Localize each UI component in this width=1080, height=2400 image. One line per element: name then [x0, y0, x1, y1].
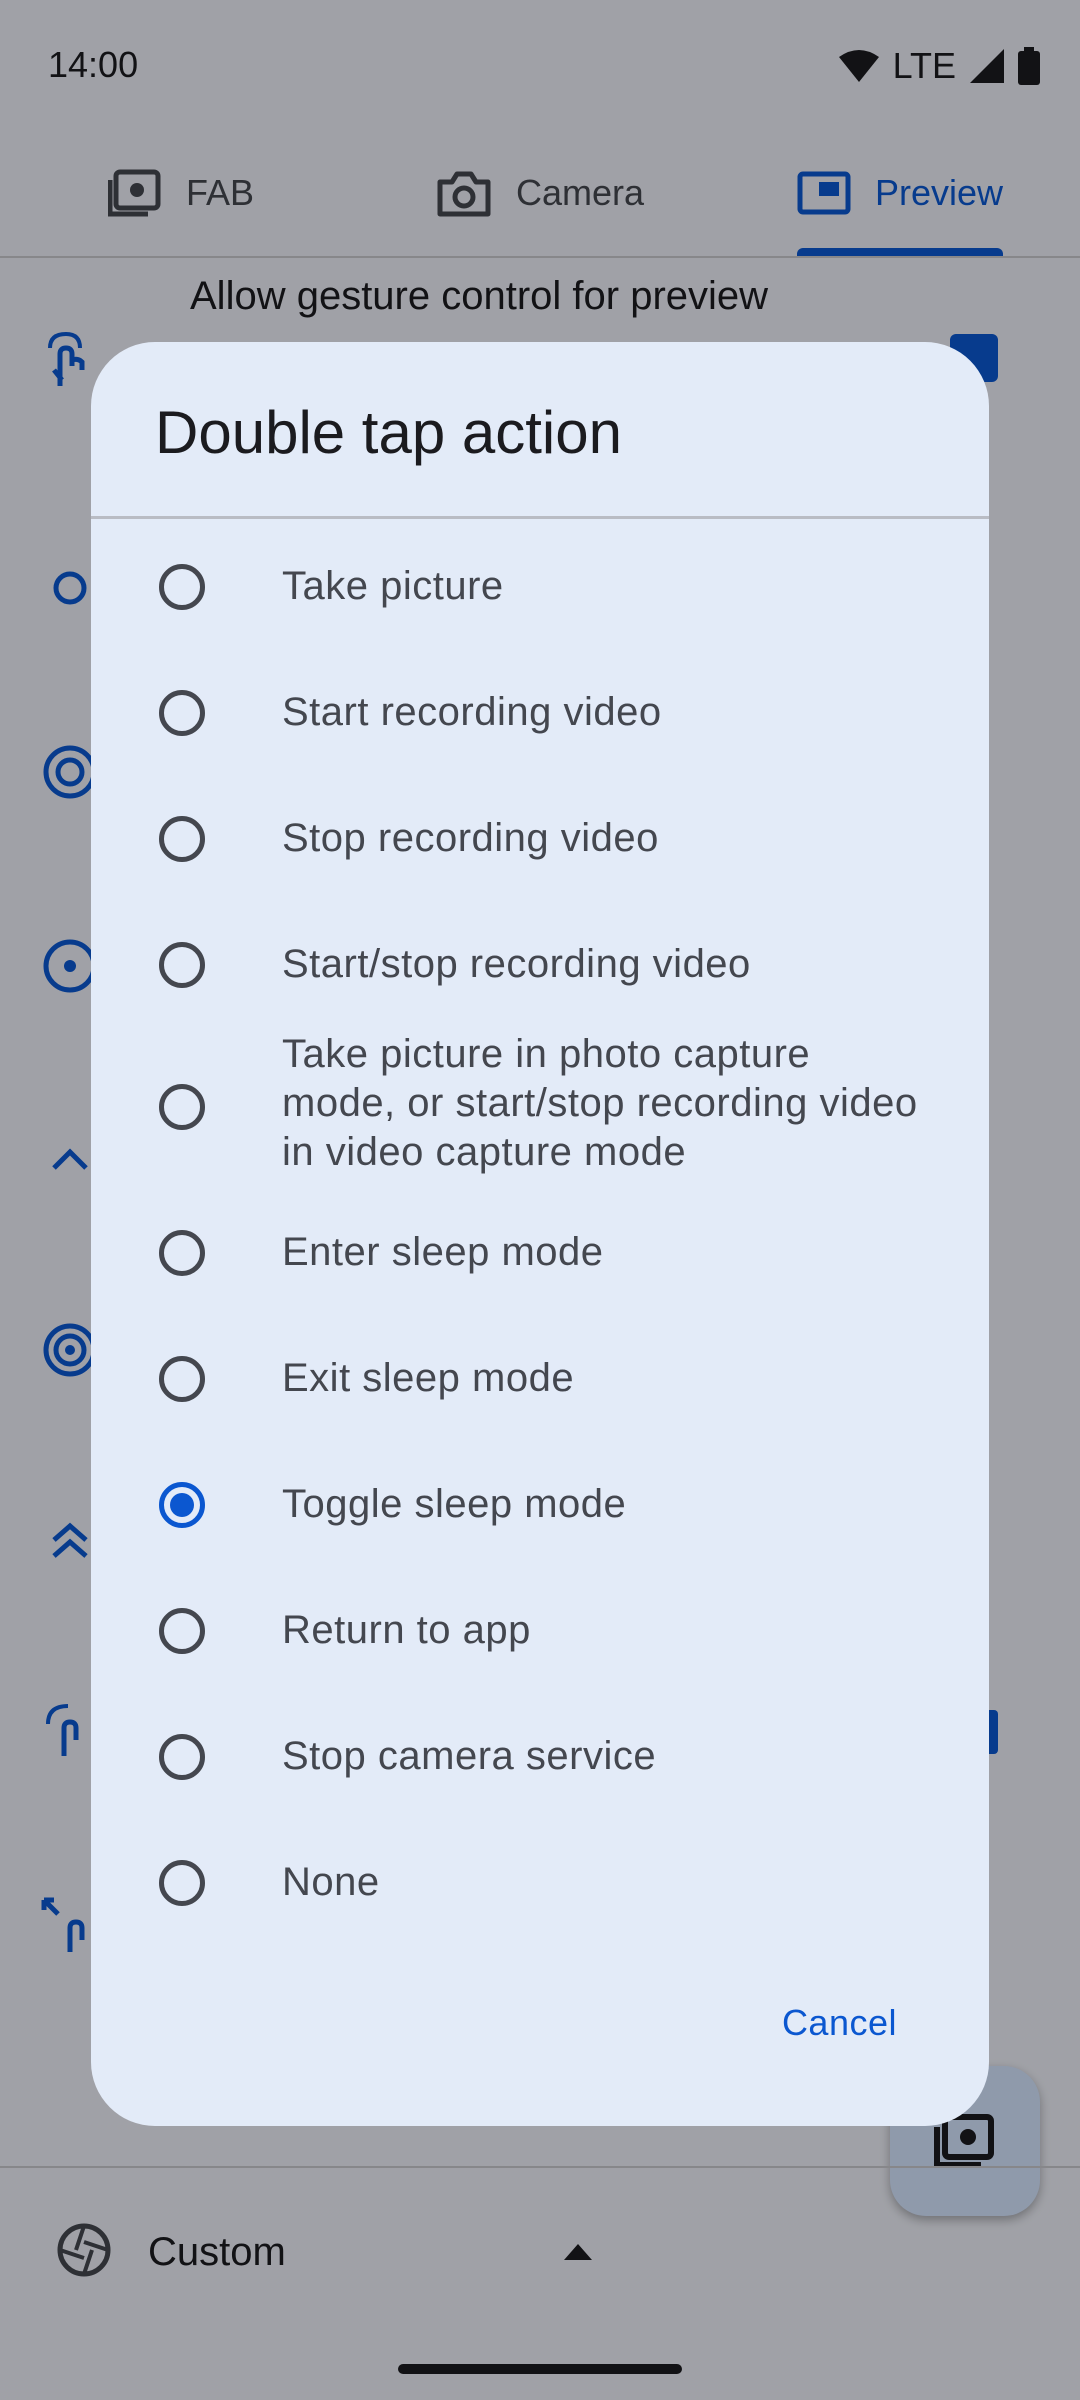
screen: 14:00 LTE FAB Camera Preview Allow gestu… [0, 0, 1080, 2400]
radio-button[interactable] [159, 1230, 205, 1276]
option-stop-recording[interactable]: Stop recording video [91, 792, 989, 886]
option-take-picture-or-record[interactable]: Take picture in photo capture mode, or s… [91, 1022, 989, 1192]
option-none[interactable]: None [91, 1836, 989, 1930]
radio-button[interactable] [159, 1860, 205, 1906]
radio-button[interactable] [159, 1734, 205, 1780]
option-label: Toggle sleep mode [282, 1482, 627, 1526]
option-label: Start recording video [282, 690, 662, 734]
option-label: Stop recording video [282, 816, 659, 860]
option-label: Exit sleep mode [282, 1356, 575, 1400]
dialog-title: Double tap action [155, 399, 622, 466]
option-start-stop-recording[interactable]: Start/stop recording video [91, 918, 989, 1012]
radio-button[interactable] [159, 1608, 205, 1654]
radio-button-selected[interactable] [159, 1482, 205, 1528]
option-label: Return to app [282, 1608, 531, 1652]
option-return-to-app[interactable]: Return to app [91, 1584, 989, 1678]
option-take-picture[interactable]: Take picture [91, 540, 989, 634]
cancel-button[interactable]: Cancel [782, 2002, 897, 2044]
option-label: Take picture in photo capture mode, or s… [282, 1032, 918, 1174]
option-label: Start/stop recording video [282, 942, 751, 986]
option-label: Take picture [282, 564, 504, 608]
option-start-recording[interactable]: Start recording video [91, 666, 989, 760]
option-label: None [282, 1860, 380, 1904]
option-stop-camera-service[interactable]: Stop camera service [91, 1710, 989, 1804]
double-tap-action-dialog: Double tap action Take picture Start rec… [91, 342, 989, 2126]
dialog-divider [91, 516, 989, 519]
radio-button[interactable] [159, 690, 205, 736]
radio-button[interactable] [159, 564, 205, 610]
option-label: Enter sleep mode [282, 1230, 604, 1274]
option-enter-sleep-mode[interactable]: Enter sleep mode [91, 1206, 989, 1300]
radio-button[interactable] [159, 942, 205, 988]
option-label: Stop camera service [282, 1734, 657, 1778]
option-toggle-sleep-mode[interactable]: Toggle sleep mode [91, 1458, 989, 1552]
radio-button[interactable] [159, 816, 205, 862]
option-exit-sleep-mode[interactable]: Exit sleep mode [91, 1332, 989, 1426]
radio-button[interactable] [159, 1084, 205, 1130]
radio-button[interactable] [159, 1356, 205, 1402]
